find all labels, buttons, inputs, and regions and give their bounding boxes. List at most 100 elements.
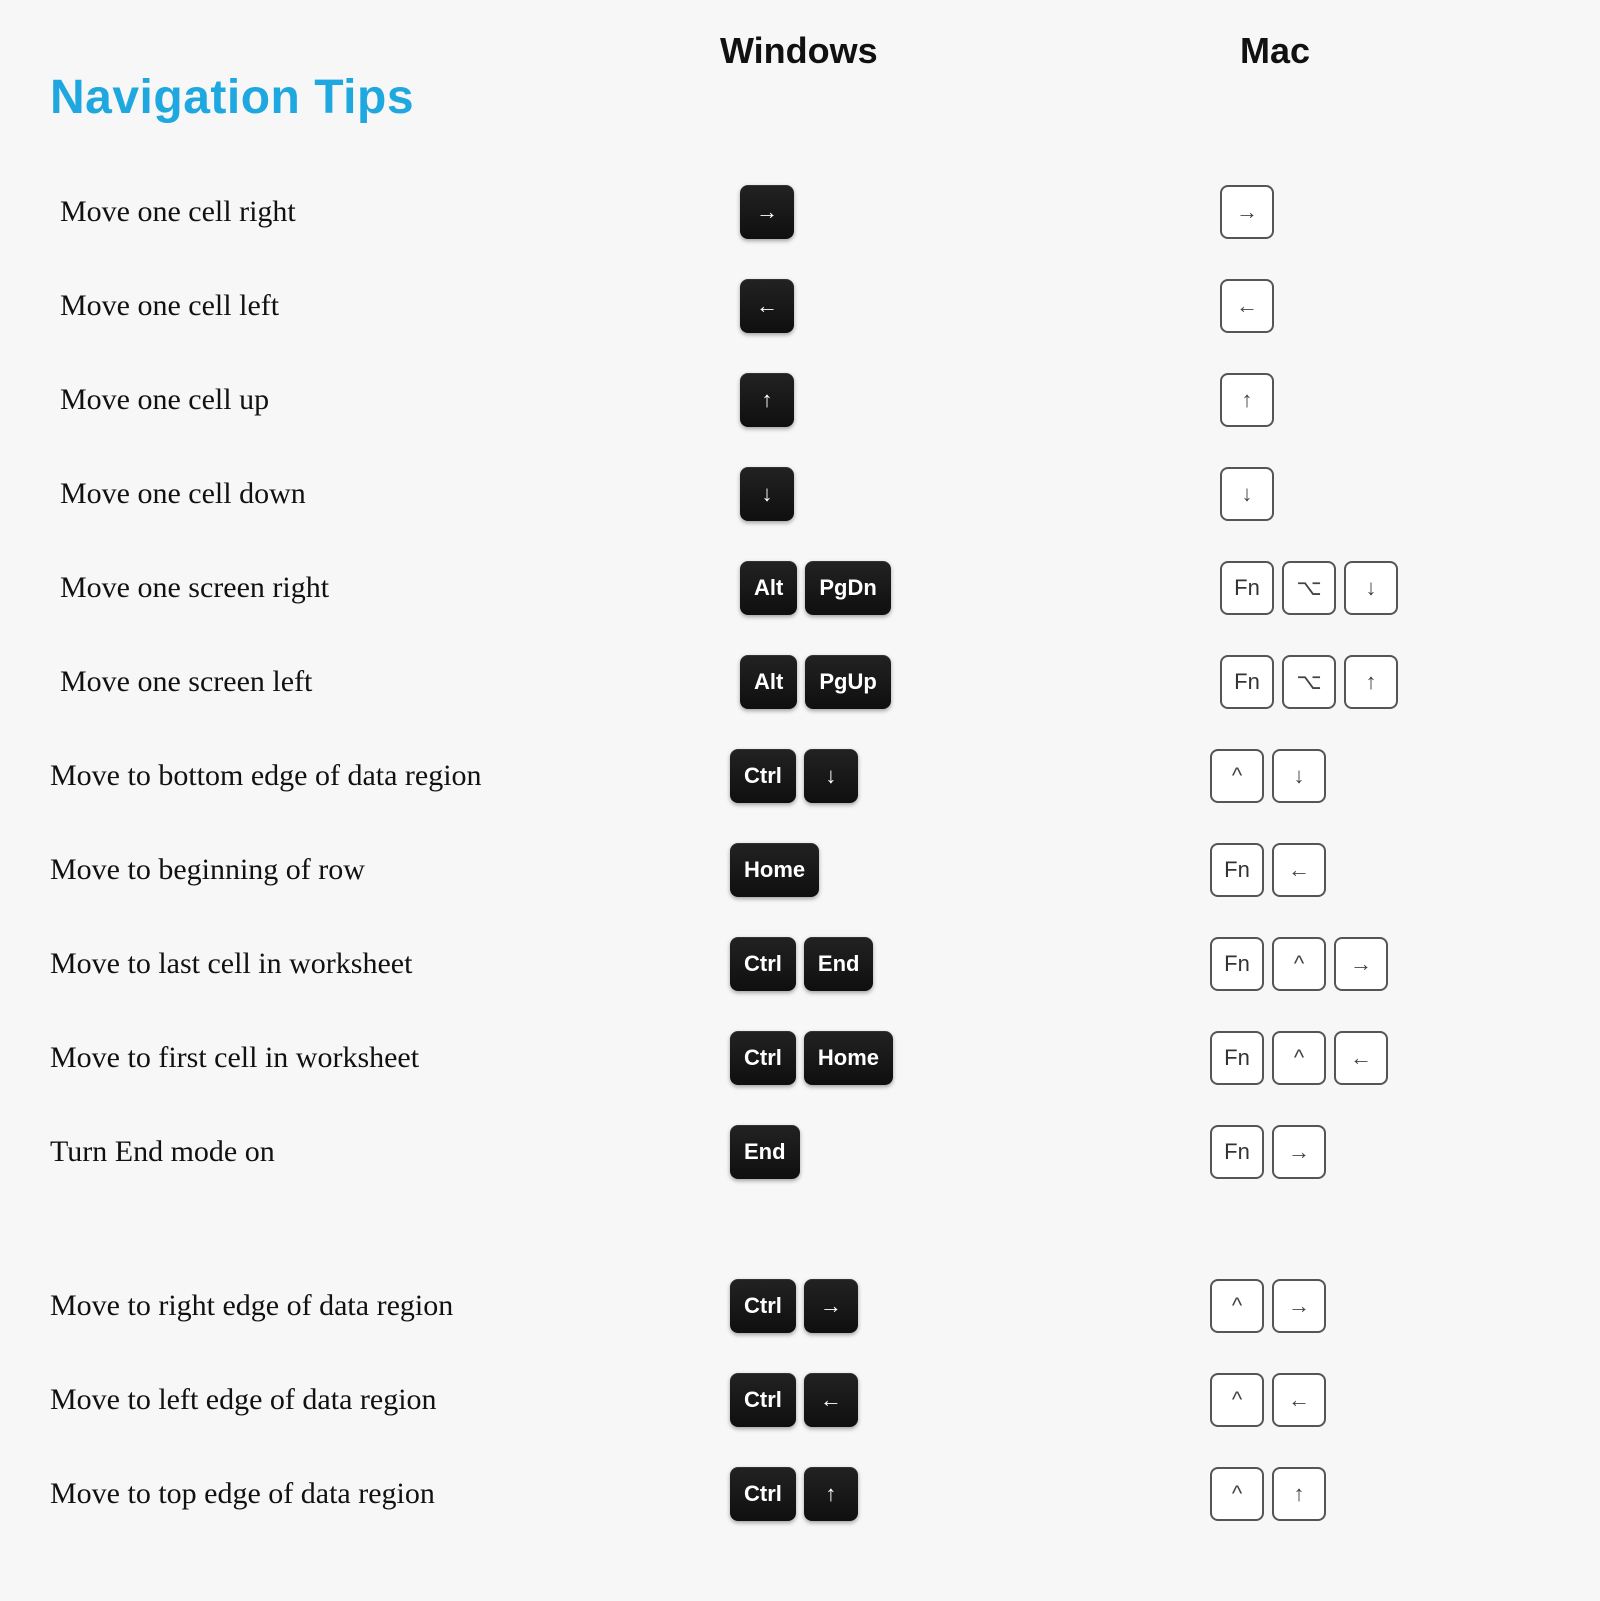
windows-key: End bbox=[730, 1125, 800, 1179]
mac-keys: ↑ bbox=[1180, 373, 1520, 427]
windows-key: Ctrl bbox=[730, 1279, 796, 1333]
windows-key: Ctrl bbox=[730, 1031, 796, 1085]
shortcut-label: Move one screen left bbox=[50, 665, 740, 699]
mac-key: Fn bbox=[1210, 843, 1264, 897]
mac-keys: → bbox=[1180, 185, 1520, 239]
shortcut-label: Move to first cell in worksheet bbox=[50, 1041, 730, 1075]
shortcut-label: Move one cell left bbox=[50, 289, 740, 323]
windows-key: PgDn bbox=[805, 561, 890, 615]
windows-keys: End bbox=[730, 1125, 1170, 1179]
mac-key: ↓ bbox=[1272, 749, 1326, 803]
mac-key: ↓ bbox=[1344, 561, 1398, 615]
windows-key: Ctrl bbox=[730, 937, 796, 991]
shortcut-row: Move one screen rightAltPgDnFn⌥↓ bbox=[50, 561, 1550, 615]
mac-key: ← bbox=[1220, 279, 1274, 333]
mac-keys: Fn→ bbox=[1170, 1125, 1510, 1179]
mac-keys: ← bbox=[1180, 279, 1520, 333]
windows-key: Home bbox=[730, 843, 819, 897]
shortcut-row: Move to left edge of data regionCtrl←^← bbox=[50, 1373, 1550, 1427]
shortcut-label: Move to left edge of data region bbox=[50, 1383, 730, 1417]
mac-keys: Fn⌥↑ bbox=[1180, 655, 1520, 709]
windows-key: ↑ bbox=[804, 1467, 858, 1521]
mac-key: Fn bbox=[1210, 1125, 1264, 1179]
mac-key: ⌥ bbox=[1282, 655, 1336, 709]
mac-key: ^ bbox=[1210, 1373, 1264, 1427]
mac-keys: Fn⌥↓ bbox=[1180, 561, 1520, 615]
shortcut-row: Move one cell left←← bbox=[50, 279, 1550, 333]
mac-key: Fn bbox=[1220, 561, 1274, 615]
mac-key: Fn bbox=[1210, 937, 1264, 991]
mac-keys: Fn← bbox=[1170, 843, 1510, 897]
windows-keys: → bbox=[740, 185, 1180, 239]
page-title: Navigation Tips bbox=[50, 70, 690, 125]
windows-key: ↑ bbox=[740, 373, 794, 427]
page: Navigation Tips Windows Mac Move one cel… bbox=[0, 0, 1600, 1601]
windows-key: Alt bbox=[740, 655, 797, 709]
mac-keys: ^↑ bbox=[1170, 1467, 1510, 1521]
mac-key: ← bbox=[1272, 1373, 1326, 1427]
windows-keys: Ctrl→ bbox=[730, 1279, 1170, 1333]
windows-key: End bbox=[804, 937, 874, 991]
windows-keys: Ctrl↑ bbox=[730, 1467, 1170, 1521]
shortcut-row: Move one cell right→→ bbox=[50, 185, 1550, 239]
shortcut-row: Move to right edge of data regionCtrl→ ^ → bbox=[50, 1279, 1550, 1333]
mac-key: → bbox=[1272, 1125, 1326, 1179]
shortcut-label: Move to beginning of row bbox=[50, 853, 730, 887]
mac-key: ↑ bbox=[1272, 1467, 1326, 1521]
windows-key: → bbox=[804, 1279, 858, 1333]
mac-key: ^ bbox=[1210, 1467, 1264, 1521]
mac-key: ⌥ bbox=[1282, 561, 1336, 615]
windows-key: → bbox=[740, 185, 794, 239]
windows-keys: CtrlEnd bbox=[730, 937, 1170, 991]
mac-key: ↑ bbox=[1344, 655, 1398, 709]
mac-key: Fn bbox=[1210, 1031, 1264, 1085]
windows-key: Ctrl bbox=[730, 1373, 796, 1427]
shortcut-row: Move one cell up↑↑ bbox=[50, 373, 1550, 427]
mac-key: ^ bbox=[1272, 937, 1326, 991]
header-row: Navigation Tips Windows Mac bbox=[50, 30, 1550, 165]
windows-key: PgUp bbox=[805, 655, 890, 709]
mac-key: Fn bbox=[1220, 655, 1274, 709]
windows-key: Home bbox=[804, 1031, 893, 1085]
mac-keys: ↓ bbox=[1180, 467, 1520, 521]
shortcut-label: Move to bottom edge of data region bbox=[50, 759, 730, 793]
windows-key: ← bbox=[804, 1373, 858, 1427]
shortcut-label: Move one screen right bbox=[50, 571, 740, 605]
mac-keys: ^↓ bbox=[1170, 749, 1510, 803]
shortcut-row: Move to bottom edge of data regionCtrl↓^… bbox=[50, 749, 1550, 803]
mac-keys: Fn^← bbox=[1170, 1031, 1510, 1085]
windows-key: ← bbox=[740, 279, 794, 333]
shortcut-row: Move to first cell in worksheetCtrlHome F… bbox=[50, 1031, 1550, 1085]
mac-keys: Fn^→ bbox=[1170, 937, 1510, 991]
windows-key: Ctrl bbox=[730, 749, 796, 803]
windows-keys: Ctrl↓ bbox=[730, 749, 1170, 803]
mac-key: ← bbox=[1272, 843, 1326, 897]
shortcut-label: Move one cell right bbox=[50, 195, 740, 229]
mac-key: → bbox=[1220, 185, 1274, 239]
mac-key: ^ bbox=[1210, 1279, 1264, 1333]
windows-keys: Ctrl← bbox=[730, 1373, 1170, 1427]
column-header-mac: Mac bbox=[1200, 30, 1540, 72]
windows-keys: ↓ bbox=[740, 467, 1180, 521]
shortcut-label: Turn End mode on bbox=[50, 1135, 730, 1169]
column-header-windows: Windows bbox=[690, 30, 1200, 72]
shortcut-label: Move one cell up bbox=[50, 383, 740, 417]
shortcut-row: Move to beginning of rowHome Fn← bbox=[50, 843, 1550, 897]
mac-key: ^ bbox=[1210, 749, 1264, 803]
shortcut-label: Move to right edge of data region bbox=[50, 1289, 730, 1323]
shortcut-row: Move to top edge of data regionCtrl↑^↑ bbox=[50, 1467, 1550, 1521]
windows-keys: Home bbox=[730, 843, 1170, 897]
shortcut-grid: Move one cell right→→Move one cell left←… bbox=[50, 185, 1550, 1521]
windows-key: Alt bbox=[740, 561, 797, 615]
windows-keys: ← bbox=[740, 279, 1180, 333]
mac-keys: ^← bbox=[1170, 1373, 1510, 1427]
mac-key: ↓ bbox=[1220, 467, 1274, 521]
shortcut-row: Move to last cell in worksheetCtrlEndFn^… bbox=[50, 937, 1550, 991]
shortcut-row: Move one screen leftAltPgUpFn⌥↑ bbox=[50, 655, 1550, 709]
windows-key: ↓ bbox=[740, 467, 794, 521]
shortcut-row: Turn End mode onEnd Fn→ bbox=[50, 1125, 1550, 1179]
mac-key: ^ bbox=[1272, 1031, 1326, 1085]
windows-key: Ctrl bbox=[730, 1467, 796, 1521]
windows-keys: AltPgUp bbox=[740, 655, 1180, 709]
windows-keys: AltPgDn bbox=[740, 561, 1180, 615]
